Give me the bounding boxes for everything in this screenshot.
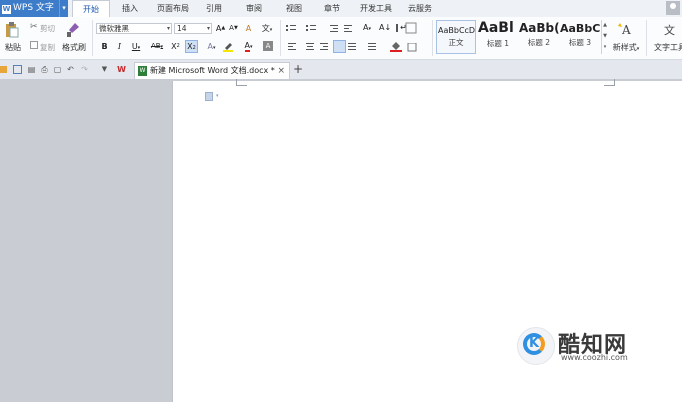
style-heading-1-label: 标题 1 bbox=[486, 39, 510, 48]
paste-button[interactable]: 粘贴 bbox=[2, 42, 24, 53]
text-tools-button[interactable]: 文字工具 bbox=[654, 42, 682, 53]
text-tools-icon[interactable]: 文 bbox=[664, 22, 675, 38]
font-color-icon[interactable]: A▾ bbox=[240, 40, 257, 52]
show-marks-icon[interactable]: ↵ bbox=[398, 22, 409, 33]
tab-developer[interactable]: 开发工具 bbox=[356, 0, 396, 17]
new-style-label: 新样式 bbox=[612, 43, 637, 52]
style-heading-1-sample: AaBl bbox=[478, 20, 514, 36]
shading-color-icon[interactable] bbox=[390, 41, 404, 52]
subscript-icon[interactable]: X2 bbox=[185, 40, 198, 53]
new-style-button[interactable]: 新样式▾ bbox=[610, 42, 642, 53]
strikethrough-icon[interactable]: AB▾ bbox=[147, 41, 167, 52]
save-icon[interactable] bbox=[13, 65, 22, 74]
new-style-icon[interactable]: A bbox=[618, 22, 634, 37]
sort-icon[interactable]: A↓ bbox=[379, 22, 391, 33]
paragraph-handle-icon[interactable] bbox=[205, 92, 213, 101]
undo-icon[interactable]: ↶ bbox=[66, 65, 75, 74]
phonetic-guide-icon[interactable]: 文▾ bbox=[258, 23, 276, 34]
app-menu-dropdown-icon[interactable]: ▾ bbox=[59, 0, 68, 17]
ribbon-separator bbox=[280, 20, 281, 56]
tab-page-layout[interactable]: 页面布局 bbox=[152, 0, 194, 17]
tab-chapter[interactable]: 章节 bbox=[318, 0, 346, 17]
tab-references[interactable]: 引用 bbox=[200, 0, 228, 17]
font-size-value: 14 bbox=[177, 24, 187, 33]
font-family-select[interactable]: 微软雅黑 ▾ bbox=[96, 23, 172, 34]
app-menu-button[interactable]: W WPS 文字 ▾ bbox=[0, 0, 68, 17]
page-margin-mark bbox=[604, 79, 615, 86]
wps-logo-icon: W bbox=[2, 5, 11, 14]
chevron-down-icon: ▾ bbox=[216, 93, 219, 99]
style-heading-3[interactable]: AaBbC 标题 3 bbox=[560, 20, 600, 54]
shrink-font-icon[interactable]: A▼ bbox=[228, 23, 239, 34]
paste-icon[interactable] bbox=[5, 22, 19, 38]
bold-icon[interactable]: B bbox=[99, 41, 110, 52]
cut-icon[interactable]: ✂ bbox=[30, 23, 39, 32]
style-normal-label: 正文 bbox=[448, 38, 464, 47]
paragraph-toolbar-row2 bbox=[288, 43, 417, 52]
cut-button[interactable]: 剪切 bbox=[40, 23, 55, 34]
grow-font-icon[interactable]: A▲ bbox=[215, 23, 226, 34]
highlight-icon[interactable] bbox=[223, 42, 237, 52]
export-pdf-icon[interactable]: ▤ bbox=[27, 65, 36, 74]
style-heading-2-label: 标题 2 bbox=[527, 38, 551, 47]
style-normal-sample: AaBbCcDd bbox=[438, 26, 475, 35]
style-heading-2-sample: AaBb( bbox=[519, 21, 559, 35]
document-tab[interactable]: W 新建 Microsoft Word 文档.docx * × bbox=[134, 62, 290, 79]
character-shading-icon[interactable]: A bbox=[263, 41, 273, 51]
chinese-layout-icon[interactable]: A▾ bbox=[358, 22, 376, 33]
font-family-value: 微软雅黑 bbox=[99, 24, 129, 33]
style-heading-2[interactable]: AaBb( 标题 2 bbox=[519, 20, 559, 54]
copy-icon[interactable] bbox=[30, 41, 38, 49]
style-heading-3-label: 标题 3 bbox=[568, 38, 592, 47]
format-painter-icon[interactable] bbox=[66, 22, 80, 38]
font-size-select[interactable]: 14 ▾ bbox=[174, 23, 212, 34]
app-name: WPS 文字 bbox=[13, 3, 54, 13]
new-tab-icon[interactable]: + bbox=[293, 62, 303, 76]
ribbon-separator bbox=[646, 20, 647, 56]
chevron-down-icon: ▾ bbox=[166, 25, 170, 32]
underline-icon[interactable]: U▾ bbox=[128, 41, 144, 52]
watermark-url: www.coozhi.com bbox=[561, 353, 628, 362]
page-margin-mark bbox=[236, 79, 247, 86]
open-folder-icon[interactable] bbox=[0, 66, 7, 73]
document-word-icon: W bbox=[138, 66, 147, 76]
format-painter-button[interactable]: 格式刷 bbox=[61, 42, 87, 53]
watermark-logo-icon: K bbox=[517, 327, 555, 365]
svg-text:A: A bbox=[621, 23, 631, 36]
user-avatar-icon[interactable] bbox=[666, 1, 680, 15]
clear-format-icon[interactable]: A bbox=[243, 23, 254, 34]
ribbon-separator bbox=[92, 20, 93, 56]
close-tab-icon[interactable]: × bbox=[277, 63, 285, 79]
copy-button[interactable]: 复制 bbox=[40, 42, 55, 53]
tab-insert[interactable]: 插入 bbox=[114, 0, 146, 17]
print-icon[interactable]: ⎙ bbox=[40, 65, 49, 74]
superscript-icon[interactable]: X2 bbox=[170, 41, 181, 52]
ribbon-separator bbox=[432, 20, 433, 56]
document-tab-title: 新建 Microsoft Word 文档.docx * bbox=[150, 66, 275, 75]
tab-home[interactable]: 开始 bbox=[72, 0, 110, 17]
tab-view[interactable]: 视图 bbox=[280, 0, 308, 17]
tab-cloud-service[interactable]: 云服务 bbox=[404, 0, 436, 17]
justify-icon[interactable] bbox=[333, 40, 346, 53]
redo-icon[interactable]: ↷ bbox=[80, 65, 89, 74]
style-heading-3-sample: AaBbC bbox=[560, 22, 600, 35]
style-heading-1[interactable]: AaBl 标题 1 bbox=[478, 20, 518, 54]
text-effect-icon[interactable]: A▾ bbox=[203, 41, 220, 52]
italic-icon[interactable]: I bbox=[114, 41, 125, 52]
tab-review[interactable]: 审阅 bbox=[240, 0, 268, 17]
wps-home-icon[interactable]: W bbox=[117, 65, 126, 74]
customize-toolbar-icon[interactable]: ▼ bbox=[100, 65, 109, 74]
style-normal[interactable]: AaBbCcDd 正文 bbox=[436, 20, 476, 54]
print-preview-icon[interactable]: ▢ bbox=[53, 65, 62, 74]
style-gallery-scroll[interactable]: ▲ ▼ ▾ bbox=[601, 20, 608, 54]
chevron-down-icon: ▾ bbox=[206, 25, 210, 32]
